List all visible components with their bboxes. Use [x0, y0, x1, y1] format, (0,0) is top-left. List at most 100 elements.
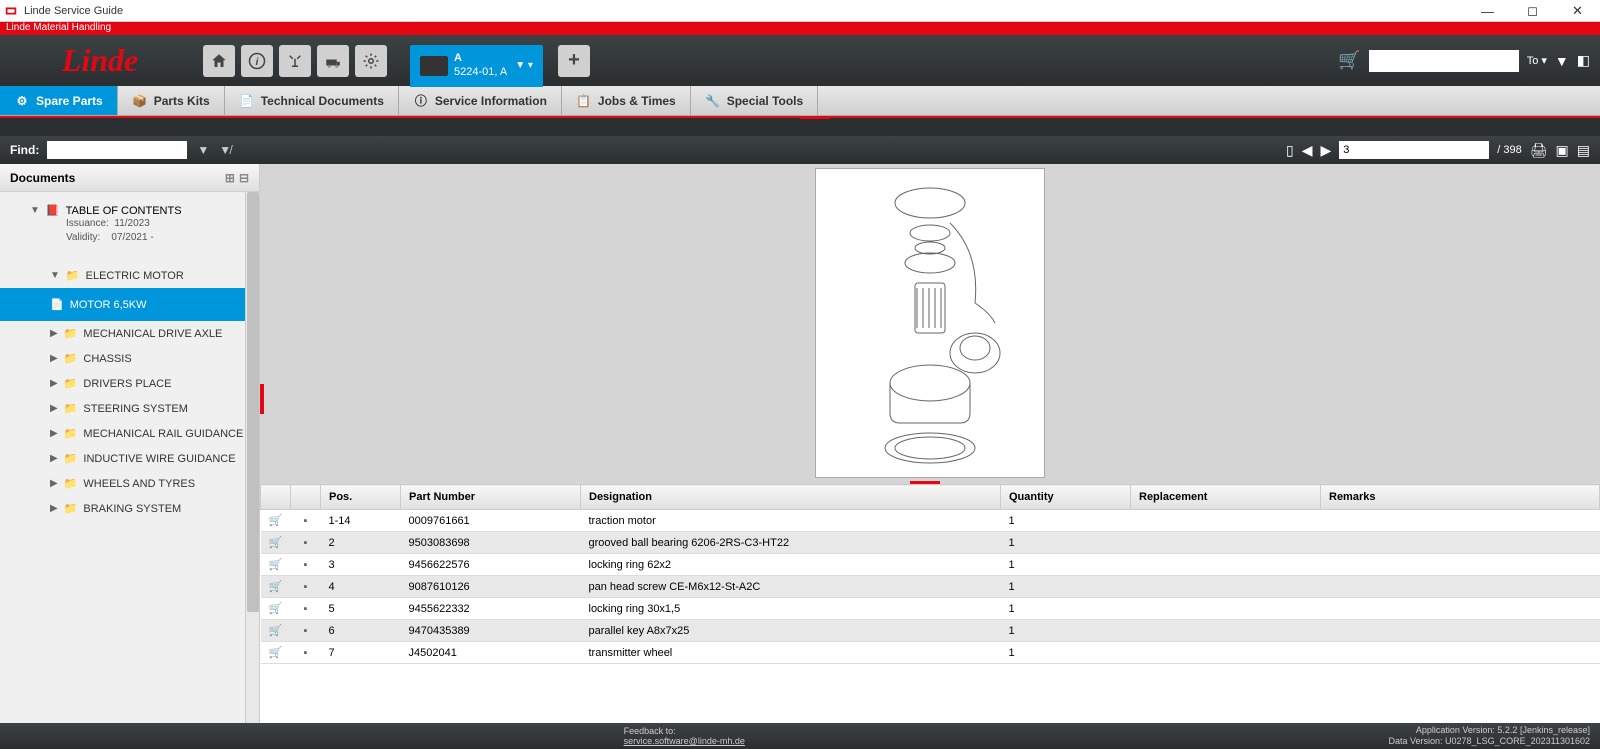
note-row-icon[interactable]: ▪ [291, 576, 321, 598]
table-row[interactable]: 🛒 ▪ 5 9455622332 locking ring 30x1,5 1 [261, 598, 1600, 620]
sidebar-item-steering-system[interactable]: ▶ 📁 STEERING SYSTEM [0, 396, 259, 421]
to-dropdown[interactable]: To ▾ [1527, 54, 1547, 67]
sidebar-item-mechanical-rail-guidance[interactable]: ▶ 📁 MECHANICAL RAIL GUIDANCE [0, 421, 259, 446]
cell-designation: transmitter wheel [581, 642, 1001, 664]
tab-service-information[interactable]: ⓘ Service Information [399, 86, 562, 115]
truck-button[interactable] [317, 45, 349, 77]
col-designation[interactable]: Designation [581, 485, 1001, 510]
model-tab[interactable]: A 5224-01, A ▼ ▾ [410, 45, 543, 87]
table-row[interactable]: 🛒 ▪ 3 9456622576 locking ring 62x2 1 [261, 554, 1600, 576]
status-bar: Feedback to: service.software@linde-mh.d… [0, 723, 1600, 749]
cell-remarks [1321, 532, 1600, 554]
note-row-icon[interactable]: ▪ [291, 554, 321, 576]
find-input[interactable] [47, 141, 187, 159]
truck-right-icon[interactable]: ◧ [1577, 52, 1590, 69]
col-replacement[interactable]: Replacement [1131, 485, 1321, 510]
sidebar-item-inductive-wire-guidance[interactable]: ▶ 📁 INDUCTIVE WIRE GUIDANCE [0, 446, 259, 471]
toc-title[interactable]: TABLE OF CONTENTS [66, 205, 182, 217]
col-remarks[interactable]: Remarks [1321, 485, 1600, 510]
cell-quantity: 1 [1001, 620, 1131, 642]
tab-spare-parts[interactable]: ⚙ Spare Parts [0, 86, 118, 115]
cell-remarks [1321, 554, 1600, 576]
col-pos[interactable]: Pos. [321, 485, 401, 510]
diagram-pane [260, 164, 1600, 484]
exploded-diagram[interactable] [815, 168, 1045, 478]
cart-row-icon[interactable]: 🛒 [261, 510, 291, 532]
note-row-icon[interactable]: ▪ [291, 532, 321, 554]
filter-find-icon[interactable]: ▼ [197, 143, 209, 157]
tools-icon: 🔧 [705, 93, 721, 109]
expand-tree-icon[interactable]: ⊞ [225, 171, 235, 185]
app-version: Application Version: 5.2.2 [Jenkins_rele… [1389, 725, 1590, 736]
scrollbar-thumb[interactable] [247, 192, 259, 612]
sidebar-item-chassis[interactable]: ▶ 📁 CHASSIS [0, 346, 259, 371]
table-row[interactable]: 🛒 ▪ 4 9087610126 pan head screw CE-M6x12… [261, 576, 1600, 598]
fit-icon[interactable]: ▣ [1556, 142, 1569, 159]
tab-label: Jobs & Times [598, 94, 676, 108]
info-button[interactable]: i [241, 45, 273, 77]
search-input[interactable] [1369, 50, 1519, 72]
sidebar-item-wheels-tyres[interactable]: ▶ 📁 WHEELS AND TYRES [0, 471, 259, 496]
window-titlebar: Linde Service Guide — ◻ ✕ [0, 0, 1600, 22]
tab-parts-kits[interactable]: 📦 Parts Kits [118, 86, 225, 115]
parts-kits-icon: 📦 [132, 93, 148, 109]
clear-filter-icon[interactable]: ▼̸ [219, 143, 231, 157]
print-icon[interactable]: 🖨 [1530, 142, 1548, 159]
cell-part-number: 9456622576 [401, 554, 581, 576]
cell-quantity: 1 [1001, 510, 1131, 532]
minimize-button[interactable]: — [1465, 0, 1510, 22]
cell-replacement [1131, 576, 1321, 598]
feedback-email[interactable]: service.software@linde-mh.de [624, 736, 745, 746]
tab-special-tools[interactable]: 🔧 Special Tools [691, 86, 818, 115]
cart-row-icon[interactable]: 🛒 [261, 620, 291, 642]
note-row-icon[interactable]: ▪ [291, 510, 321, 532]
maximize-button[interactable]: ◻ [1510, 0, 1555, 22]
book-icon[interactable]: ▯ [1286, 142, 1294, 159]
next-page-button[interactable]: ▶ [1321, 142, 1332, 159]
page-input[interactable] [1339, 141, 1489, 159]
col-quantity[interactable]: Quantity [1001, 485, 1131, 510]
cart-row-icon[interactable]: 🛒 [261, 554, 291, 576]
filter-icon[interactable]: ▼ [1555, 53, 1569, 69]
sidebar-item-drivers-place[interactable]: ▶ 📁 DRIVERS PLACE [0, 371, 259, 396]
sidebar-item-motor-65kw[interactable]: 📄 MOTOR 6,5KW [0, 288, 259, 321]
collapse-tree-icon[interactable]: ⊟ [239, 171, 249, 185]
tools-button[interactable] [279, 45, 311, 77]
tab-jobs-times[interactable]: 📋 Jobs & Times [562, 86, 691, 115]
note-row-icon[interactable]: ▪ [291, 598, 321, 620]
home-button[interactable] [203, 45, 235, 77]
prev-page-button[interactable]: ◀ [1302, 142, 1313, 159]
cart-row-icon[interactable]: 🛒 [261, 576, 291, 598]
table-row[interactable]: 🛒 ▪ 2 9503083698 grooved ball bearing 62… [261, 532, 1600, 554]
table-row[interactable]: 🛒 ▪ 7 J4502041 transmitter wheel 1 [261, 642, 1600, 664]
sidebar-item-mechanical-drive-axle[interactable]: ▶ 📁 MECHANICAL DRIVE AXLE [0, 321, 259, 346]
cell-part-number: J4502041 [401, 642, 581, 664]
documents-header: Documents ⊞ ⊟ [0, 164, 259, 192]
cell-pos: 1-14 [321, 510, 401, 532]
note-row-icon[interactable]: ▪ [291, 620, 321, 642]
svg-text:i: i [256, 55, 260, 67]
col-part-number[interactable]: Part Number [401, 485, 581, 510]
window-title: Linde Service Guide [24, 5, 123, 17]
cart-row-icon[interactable]: 🛒 [261, 598, 291, 620]
gear-button[interactable] [355, 45, 387, 77]
sidebar-scrollbar[interactable] [245, 192, 259, 723]
tab-technical-documents[interactable]: 📄 Technical Documents [225, 86, 399, 115]
close-button[interactable]: ✕ [1555, 0, 1600, 22]
cell-replacement [1131, 598, 1321, 620]
cart-row-icon[interactable]: 🛒 [261, 532, 291, 554]
cell-replacement [1131, 532, 1321, 554]
add-tab-button[interactable]: + [558, 45, 590, 77]
sidebar-item-electric-motor[interactable]: ▼ 📁 ELECTRIC MOTOR [0, 263, 259, 288]
note-row-icon[interactable]: ▪ [291, 642, 321, 664]
sidebar-item-braking-system[interactable]: ▶ 📁 BRAKING SYSTEM [0, 496, 259, 521]
layout-icon[interactable]: ▤ [1577, 142, 1590, 159]
table-row[interactable]: 🛒 ▪ 6 9470435389 parallel key A8x7x25 1 [261, 620, 1600, 642]
cart-icon[interactable]: 🛒 [1338, 50, 1360, 71]
logo: Linde [0, 35, 200, 87]
table-row[interactable]: 🛒 ▪ 1-14 0009761661 traction motor 1 [261, 510, 1600, 532]
cell-quantity: 1 [1001, 642, 1131, 664]
find-label: Find: [10, 143, 39, 157]
filter-dropdown-icon[interactable]: ▼ ▾ [515, 60, 533, 71]
cart-row-icon[interactable]: 🛒 [261, 642, 291, 664]
